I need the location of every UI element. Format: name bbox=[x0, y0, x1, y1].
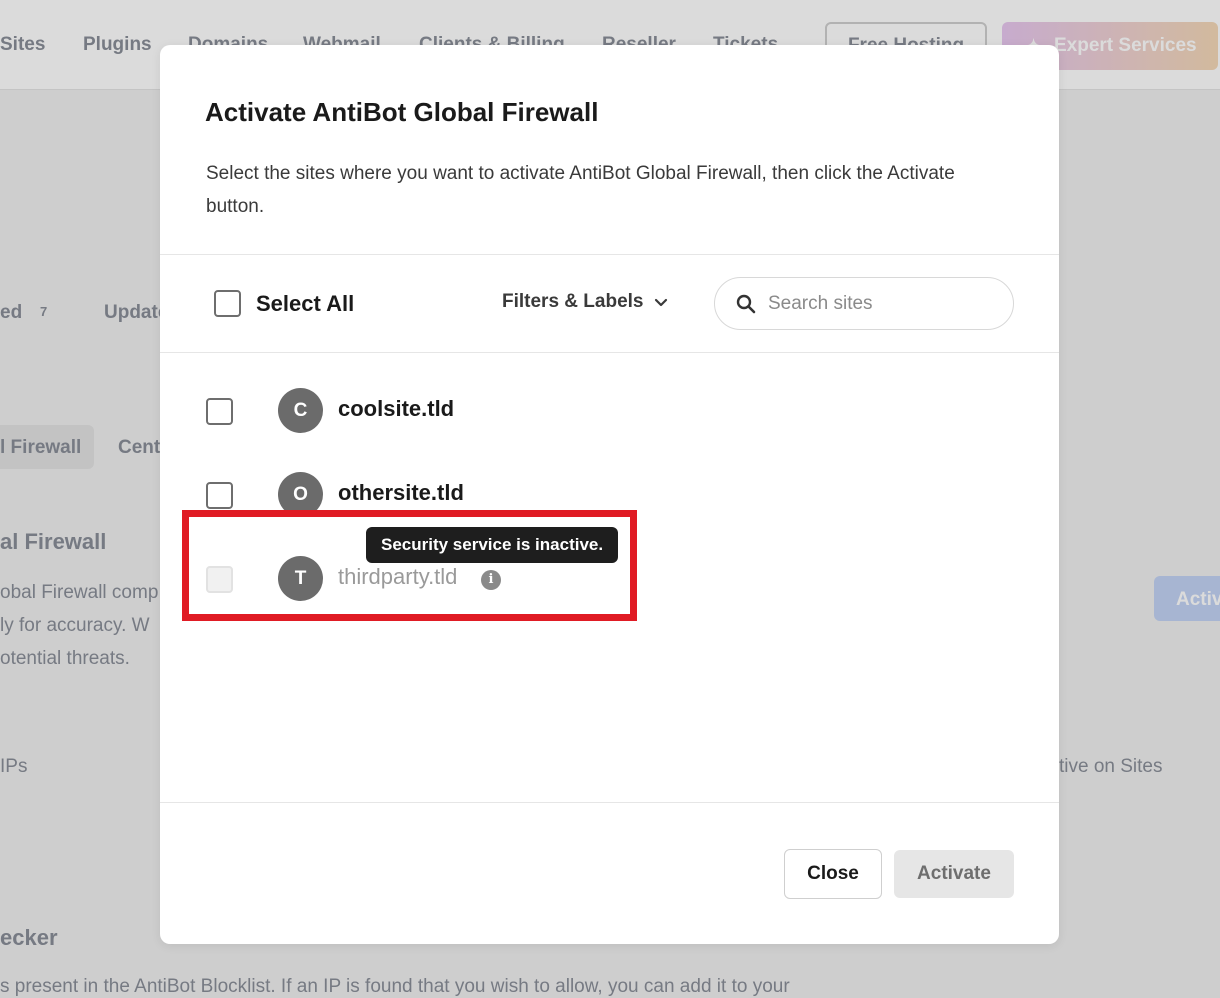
site-checkbox[interactable] bbox=[206, 398, 233, 425]
modal-description: Select the sites where you want to activ… bbox=[206, 163, 955, 217]
filters-labels-dropdown[interactable]: Filters & Labels bbox=[502, 291, 668, 313]
chevron-down-icon bbox=[654, 298, 667, 307]
site-row-coolsite[interactable]: C coolsite.tld bbox=[160, 388, 1059, 438]
divider bbox=[160, 254, 1059, 255]
site-name: othersite.tld bbox=[338, 480, 464, 505]
divider bbox=[160, 352, 1059, 353]
close-button[interactable]: Close bbox=[784, 849, 882, 899]
search-input[interactable] bbox=[768, 292, 998, 315]
site-checkbox[interactable] bbox=[206, 482, 233, 509]
divider bbox=[160, 802, 1059, 803]
site-avatar: C bbox=[278, 388, 323, 433]
modal-title: Activate AntiBot Global Firewall bbox=[205, 97, 599, 127]
search-icon bbox=[736, 294, 756, 313]
site-name: coolsite.tld bbox=[338, 396, 455, 421]
filters-label: Filters & Labels bbox=[502, 291, 644, 312]
highlight-annotation-box bbox=[182, 510, 637, 621]
search-sites-box bbox=[714, 277, 1014, 330]
activate-button[interactable]: Activate bbox=[894, 850, 1014, 898]
select-all-checkbox[interactable] bbox=[214, 290, 241, 317]
activate-firewall-modal: Activate AntiBot Global Firewall Select … bbox=[160, 45, 1059, 944]
select-all-control[interactable]: Select All bbox=[214, 290, 354, 317]
select-all-label: Select All bbox=[256, 290, 355, 316]
